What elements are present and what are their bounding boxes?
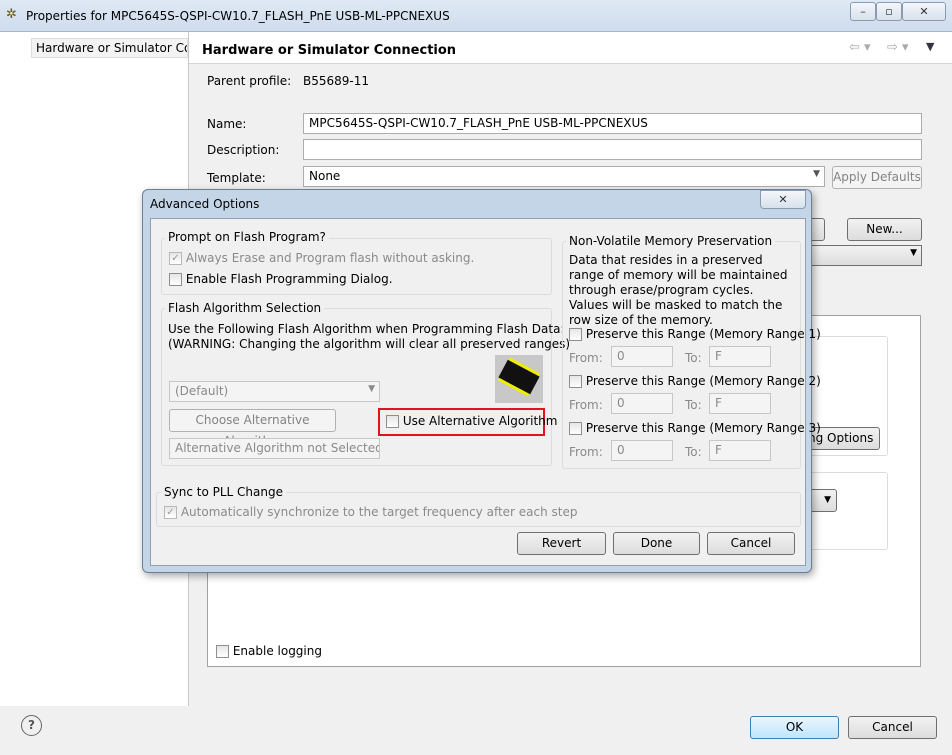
forward-icon[interactable]: ⇨ ▾ xyxy=(887,40,909,55)
nvm-group-title: Non-Volatile Memory Preservation xyxy=(566,234,776,248)
pll-group-title: Sync to PLL Change xyxy=(161,485,286,499)
name-label: Name: xyxy=(207,117,247,131)
to-label: To: xyxy=(685,351,702,365)
auto-sync-label: Automatically synchronize to the target … xyxy=(180,505,578,519)
revert-button[interactable]: Revert xyxy=(517,532,606,555)
enable-logging-checkbox[interactable]: Enable logging xyxy=(216,644,322,658)
view-menu-icon[interactable]: ▼ xyxy=(926,40,934,53)
algo-warning: (WARNING: Changing the algorithm will cl… xyxy=(168,337,571,351)
always-erase-checkbox[interactable]: ✓ Always Erase and Program flash without… xyxy=(169,251,474,265)
enable-logging-label: Enable logging xyxy=(232,644,322,658)
always-erase-label: Always Erase and Program flash without a… xyxy=(185,251,475,265)
page-title: Hardware or Simulator Connection xyxy=(202,43,457,58)
use-alternative-checkbox[interactable]: Use Alternative Algorithm xyxy=(386,414,557,428)
from-input[interactable]: 0 xyxy=(611,440,673,461)
use-alternative-label: Use Alternative Algorithm xyxy=(402,414,558,428)
name-input[interactable]: MPC5645S-QSPI-CW10.7_FLASH_PnE USB-ML-PP… xyxy=(303,113,922,134)
from-input[interactable]: 0 xyxy=(611,346,673,367)
chevron-down-icon: ▼ xyxy=(813,169,820,179)
choose-algorithm-button[interactable]: Choose Alternative Algorithm xyxy=(169,409,336,448)
to-input[interactable]: F xyxy=(709,393,771,414)
algo-group-title: Flash Algorithm Selection xyxy=(165,301,325,315)
dialog-cancel-button[interactable]: Cancel xyxy=(707,532,795,555)
close-icon: ✕ xyxy=(778,193,788,206)
to-input[interactable]: F xyxy=(709,440,771,461)
to-label: To: xyxy=(685,445,702,459)
apply-defaults-button[interactable]: Apply Defaults xyxy=(832,166,922,189)
advanced-options-dialog: Advanced Options ✕ Prompt on Flash Progr… xyxy=(142,189,821,573)
enable-flash-dialog-checkbox[interactable]: Enable Flash Programming Dialog. xyxy=(169,272,393,286)
maximize-button[interactable]: ▫ xyxy=(876,2,902,21)
preserve-range-checkbox[interactable]: Preserve this Range (Memory Range 3) xyxy=(569,421,821,435)
preserve-range-checkbox[interactable]: Preserve this Range (Memory Range 1) xyxy=(569,327,821,341)
chevron-down-icon: ▼ xyxy=(910,248,917,258)
cancel-button[interactable]: Cancel xyxy=(848,716,937,739)
from-label: From: xyxy=(569,398,603,412)
back-icon[interactable]: ⇦ ▾ xyxy=(849,40,871,55)
help-icon[interactable]: ? xyxy=(21,715,42,736)
from-input[interactable]: 0 xyxy=(611,393,673,414)
description-label: Description: xyxy=(207,143,280,157)
minimize-button[interactable]: – xyxy=(850,2,876,21)
title-bar: ✲ Properties for MPC5645S-QSPI-CW10.7_FL… xyxy=(0,0,952,32)
dialog-close-button[interactable]: ✕ xyxy=(760,190,806,209)
codewarrior-icon: ✲ xyxy=(6,7,17,22)
algorithm-status-field: Alternative Algorithm not Selected xyxy=(169,438,380,459)
prompt-group xyxy=(161,238,552,295)
ok-button[interactable]: OK xyxy=(750,716,839,739)
to-label: To: xyxy=(685,398,702,412)
from-label: From: xyxy=(569,445,603,459)
dialog-title: Advanced Options xyxy=(150,197,260,211)
parent-profile-label: Parent profile: xyxy=(207,74,292,88)
window-title: Properties for MPC5645S-QSPI-CW10.7_FLAS… xyxy=(26,9,450,23)
nvm-description: Data that resides in a preserved range o… xyxy=(569,253,788,327)
chevron-down-icon: ▼ xyxy=(368,384,375,394)
template-select[interactable]: None ▼ xyxy=(303,166,825,187)
parent-profile-value: B55689-11 xyxy=(303,74,370,88)
algorithm-select-value: (Default) xyxy=(175,384,229,398)
template-label: Template: xyxy=(207,171,266,185)
preserve-range-label: Preserve this Range (Memory Range 2) xyxy=(585,374,821,388)
preserve-range-checkbox[interactable]: Preserve this Range (Memory Range 2) xyxy=(569,374,821,388)
auto-sync-checkbox[interactable]: ✓ Automatically synchronize to the targe… xyxy=(164,505,578,519)
from-label: From: xyxy=(569,351,603,365)
new-button[interactable]: New... xyxy=(847,218,922,241)
dialog-body: Prompt on Flash Program? ✓ Always Erase … xyxy=(150,218,821,566)
chip-icon xyxy=(495,355,543,403)
to-input[interactable]: F xyxy=(709,346,771,367)
prompt-group-title: Prompt on Flash Program? xyxy=(165,230,329,244)
algorithm-select[interactable]: (Default) ▼ xyxy=(169,381,380,402)
sidebar-item-hardware[interactable]: Hardware or Simulator Conn xyxy=(31,38,188,58)
algo-instructions: Use the Following Flash Algorithm when P… xyxy=(168,322,565,336)
footer: ? OK Cancel xyxy=(0,706,952,755)
preserve-range-label: Preserve this Range (Memory Range 1) xyxy=(585,327,821,341)
description-input[interactable] xyxy=(303,139,922,160)
enable-flash-dialog-label: Enable Flash Programming Dialog. xyxy=(185,272,393,286)
template-value: None xyxy=(309,169,341,183)
chevron-down-icon: ▼ xyxy=(824,495,831,505)
done-button[interactable]: Done xyxy=(613,532,700,555)
preserve-range-label: Preserve this Range (Memory Range 3) xyxy=(585,421,821,435)
close-button[interactable]: ✕ xyxy=(902,2,946,21)
